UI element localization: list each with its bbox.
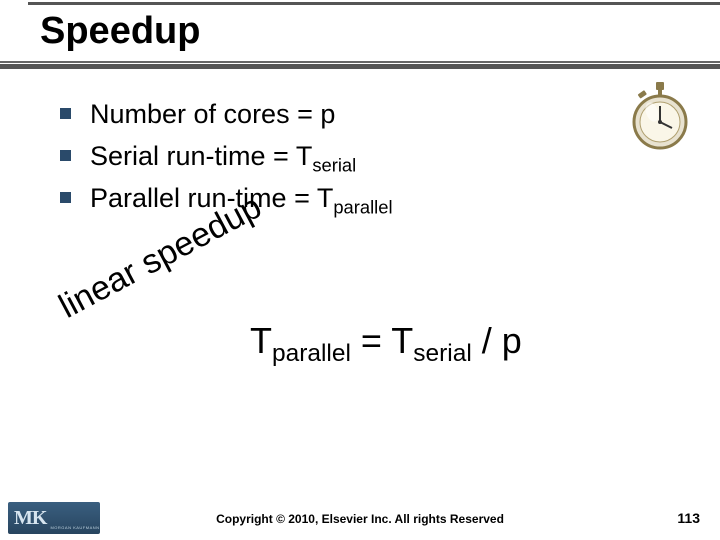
bullet-sub: parallel <box>333 196 392 217</box>
content-area: Number of cores = p Serial run-time = Ts… <box>0 67 720 221</box>
slide-title: Speedup <box>0 2 720 61</box>
list-item: Parallel run-time = Tparallel <box>60 179 700 221</box>
eq-rhs-base: T <box>391 320 413 361</box>
bullet-text: Number of cores = p <box>90 99 335 129</box>
eq-tail: / p <box>472 320 522 361</box>
bullet-sub: serial <box>312 154 356 175</box>
list-item: Number of cores = p <box>60 95 700 137</box>
equation: Tparallel = Tserial / p <box>250 320 522 368</box>
list-item: Serial run-time = Tserial <box>60 137 700 179</box>
eq-lhs-base: T <box>250 320 272 361</box>
title-area: Speedup <box>0 0 720 67</box>
slide: Speedup Number of cores = p Serial run-t… <box>0 0 720 540</box>
logo-small-text: MORGAN KAUFMANN <box>50 526 99 530</box>
copyright-text: Copyright © 2010, Elsevier Inc. All righ… <box>0 512 720 526</box>
rule-top <box>28 2 720 5</box>
eq-lhs-sub: parallel <box>272 340 351 367</box>
eq-rhs-sub: serial <box>413 340 471 367</box>
footer: M K MORGAN KAUFMANN Copyright © 2010, El… <box>0 496 720 540</box>
eq-eq: = <box>351 320 391 361</box>
bullet-list: Number of cores = p Serial run-time = Ts… <box>60 95 700 221</box>
bullet-text: Serial run-time = T <box>90 141 312 171</box>
page-number: 113 <box>677 510 700 526</box>
